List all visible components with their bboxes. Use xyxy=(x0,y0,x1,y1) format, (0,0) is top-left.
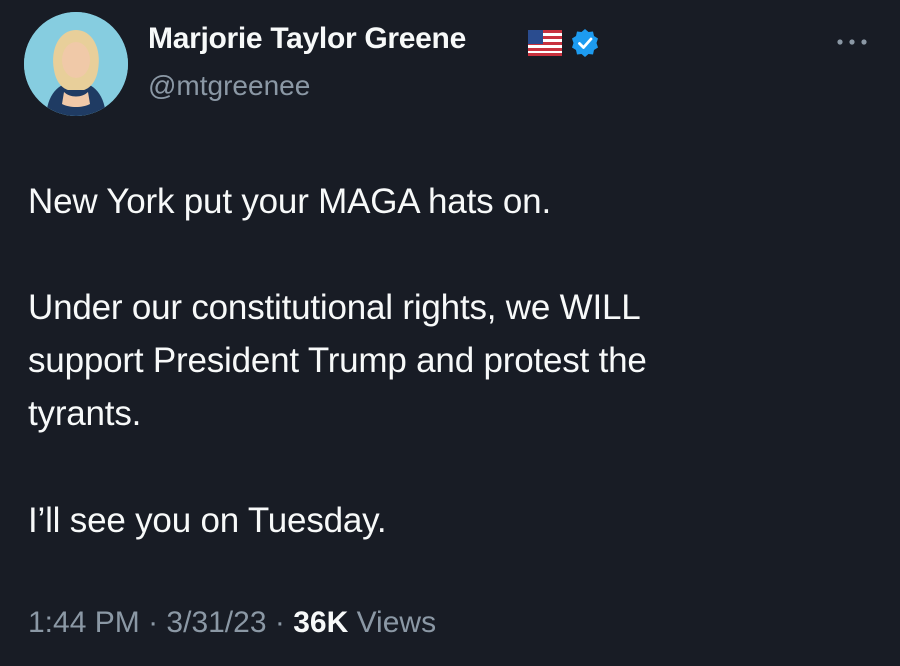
tweet-date[interactable]: 3/31/23 xyxy=(166,606,266,639)
avatar[interactable] xyxy=(24,12,128,116)
tweet-paragraph: Under our constitutional rights, we WILL… xyxy=(28,288,647,433)
author-name[interactable]: Marjorie Taylor Greene xyxy=(148,22,466,56)
tweet-card: Marjorie Taylor Greene @mtgreenee New Yo… xyxy=(0,0,900,666)
verified-badge-icon xyxy=(572,29,598,57)
tweet-time[interactable]: 1:44 PM xyxy=(28,606,140,639)
tweet-paragraph: New York put your MAGA hats on. xyxy=(28,182,551,221)
meta-separator: · xyxy=(148,606,159,639)
author-handle[interactable]: @mtgreenee xyxy=(148,70,310,102)
views-count[interactable]: 36K xyxy=(293,606,348,639)
views-label[interactable]: Views xyxy=(357,606,436,639)
tweet-paragraph: I’ll see you on Tuesday. xyxy=(28,501,387,540)
tweet-meta: 1:44 PM · 3/31/23 · 36K Views xyxy=(28,606,436,640)
us-flag-icon xyxy=(528,30,562,56)
meta-separator: · xyxy=(274,606,285,639)
more-options-icon[interactable] xyxy=(832,36,872,48)
